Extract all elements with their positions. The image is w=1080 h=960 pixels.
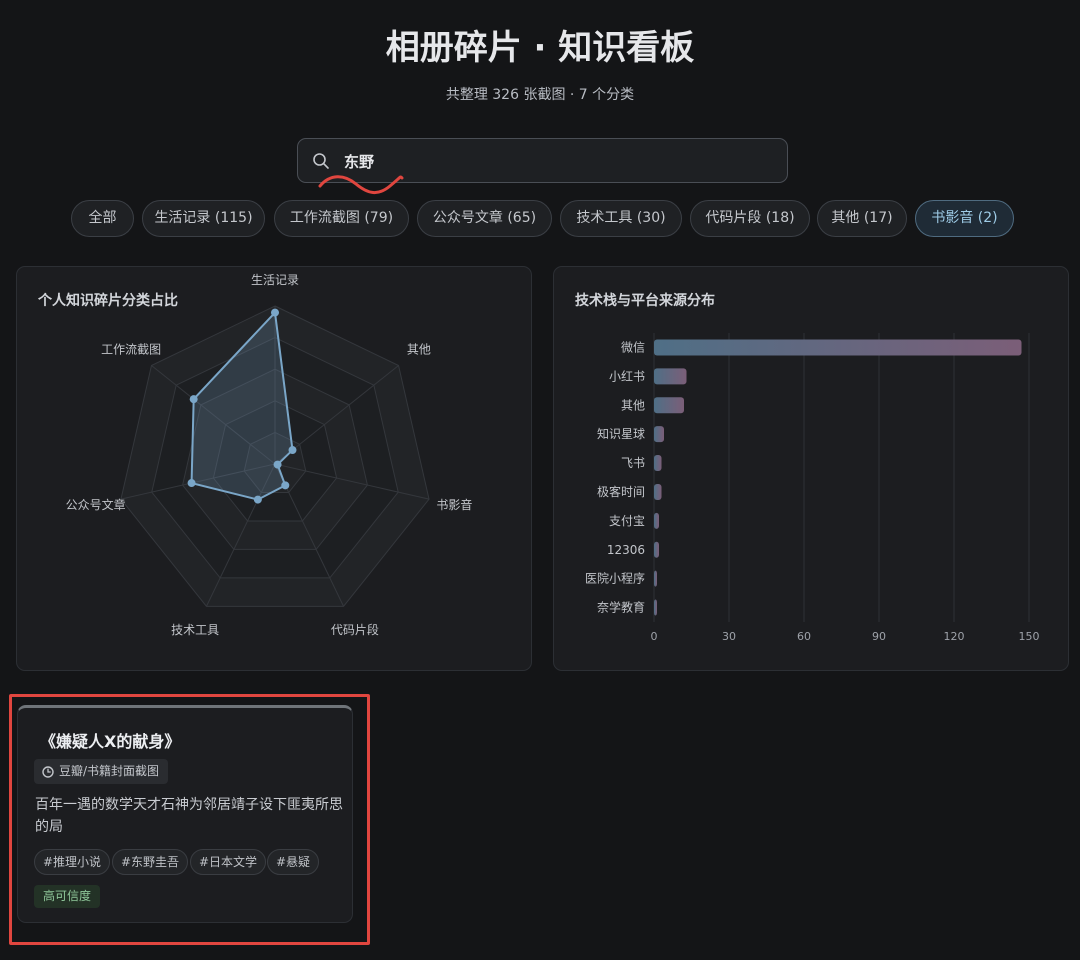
bar-category-label: 医院小程序 xyxy=(585,571,645,586)
bar-category-label: 知识星球 xyxy=(597,427,645,441)
filter-chip-media[interactable]: 书影音 (2) xyxy=(915,200,1014,237)
radar-axis-label: 代码片段 xyxy=(331,622,379,637)
clock-icon xyxy=(42,766,54,778)
confidence-badge: 高可信度 xyxy=(34,885,101,908)
radar-point xyxy=(273,460,282,469)
filter-chip-life[interactable]: 生活记录 (115) xyxy=(142,200,265,237)
radar-chart-panel: 个人知识碎片分类占比 生活记录 其他 书影音 代码片段 技术工具 公众号文章 工作流截图 xyxy=(16,266,532,671)
category-filter-bar: 全部 生活记录 (115) 工作流截图 (79) 公众号文章 (65) 技术工具… xyxy=(0,200,1080,237)
red-squiggle-annotation xyxy=(318,175,404,194)
bar-chart-panel: 技术栈与平台来源分布 0 30 60 90 120 150 微信 小红书 其他 知识星球 飞书 极客时… xyxy=(553,266,1069,671)
bar xyxy=(654,368,687,385)
source-label: 豆瓣/书籍封面截图 xyxy=(59,764,160,778)
bar xyxy=(654,512,659,529)
bar xyxy=(654,541,659,558)
filter-chip-workflow[interactable]: 工作流截图 (79) xyxy=(274,200,409,237)
radar-point xyxy=(253,495,262,504)
x-tick-label: 150 xyxy=(1019,630,1040,643)
bar-category-label: 奈学教育 xyxy=(597,600,645,615)
x-tick-label: 0 xyxy=(651,630,658,643)
x-tick-label: 30 xyxy=(722,630,736,643)
bar-category-label: 12306 xyxy=(607,543,645,557)
tag-chip[interactable]: #悬疑 xyxy=(267,849,320,875)
bar xyxy=(654,339,1022,356)
radar-axis-label: 公众号文章 xyxy=(66,497,126,512)
bar-category-label: 其他 xyxy=(621,398,645,412)
bar-category-label: 支付宝 xyxy=(609,514,645,528)
radar-point xyxy=(189,395,198,404)
bar xyxy=(654,570,657,587)
bar xyxy=(654,426,664,443)
radar-axis-label: 技术工具 xyxy=(171,623,219,637)
card-title: 《嫌疑人X的献身》 xyxy=(40,732,181,751)
bar xyxy=(654,397,684,414)
bar xyxy=(654,483,662,500)
filter-chip-other[interactable]: 其他 (17) xyxy=(817,200,907,237)
x-tick-label: 120 xyxy=(944,630,965,643)
filter-chip-articles[interactable]: 公众号文章 (65) xyxy=(417,200,552,237)
card-description: 百年一遇的数学天才石神为邻居靖子设下匪夷所思的局 xyxy=(35,797,343,835)
radar-axis-label: 书影音 xyxy=(436,497,472,512)
filter-chip-code[interactable]: 代码片段 (18) xyxy=(690,200,810,237)
tag-chip[interactable]: #日本文学 xyxy=(190,849,267,875)
x-tick-label: 90 xyxy=(872,630,886,643)
bar-chart: 0 30 60 90 120 150 微信小红书其他知识星球飞书极客时间支付宝 12306 医院… xyxy=(585,333,1040,643)
result-card[interactable]: 《嫌疑人X的献身》 豆瓣/书籍封面截图 百年一遇的数学天才石神为邻居靖子设下匪夷… xyxy=(17,705,353,923)
radar-point xyxy=(271,308,279,317)
radar-chart: 生活记录其他书影音代码片段 技术工具 公众号文章 工作流截图 xyxy=(66,273,473,637)
source-badge: 豆瓣/书籍封面截图 xyxy=(34,759,169,784)
bar xyxy=(654,599,657,616)
filter-chip-all[interactable]: 全部 xyxy=(71,200,134,237)
filter-chip-tech-tools[interactable]: 技术工具 (30) xyxy=(560,200,682,237)
tag-chip[interactable]: #东野圭吾 xyxy=(112,849,189,875)
radar-point xyxy=(288,446,297,455)
radar-axis-label: 其他 xyxy=(407,342,431,356)
bar xyxy=(654,455,662,472)
bar-category-label: 飞书 xyxy=(621,456,645,470)
radar-axis-label: 生活记录 xyxy=(251,273,299,287)
bar-category-label: 极客时间 xyxy=(597,484,645,499)
knowledge-board-page: 相册碎片 · 知识看板 共整理 326 张截图 · 7 个分类 全部 生活记录 … xyxy=(0,0,1080,960)
search-input[interactable] xyxy=(344,149,764,173)
tag-chip[interactable]: #推理小说 xyxy=(34,849,111,875)
x-tick-label: 60 xyxy=(797,630,811,643)
radar-axis-label: 工作流截图 xyxy=(101,342,161,356)
search-icon xyxy=(313,153,329,169)
bar-category-label: 小红书 xyxy=(609,368,645,383)
bar-category-label: 微信 xyxy=(621,340,645,354)
radar-point xyxy=(187,479,196,488)
page-title: 相册碎片 · 知识看板 xyxy=(385,28,695,68)
radar-point xyxy=(281,481,290,490)
page-subtitle: 共整理 326 张截图 · 7 个分类 xyxy=(445,87,635,103)
